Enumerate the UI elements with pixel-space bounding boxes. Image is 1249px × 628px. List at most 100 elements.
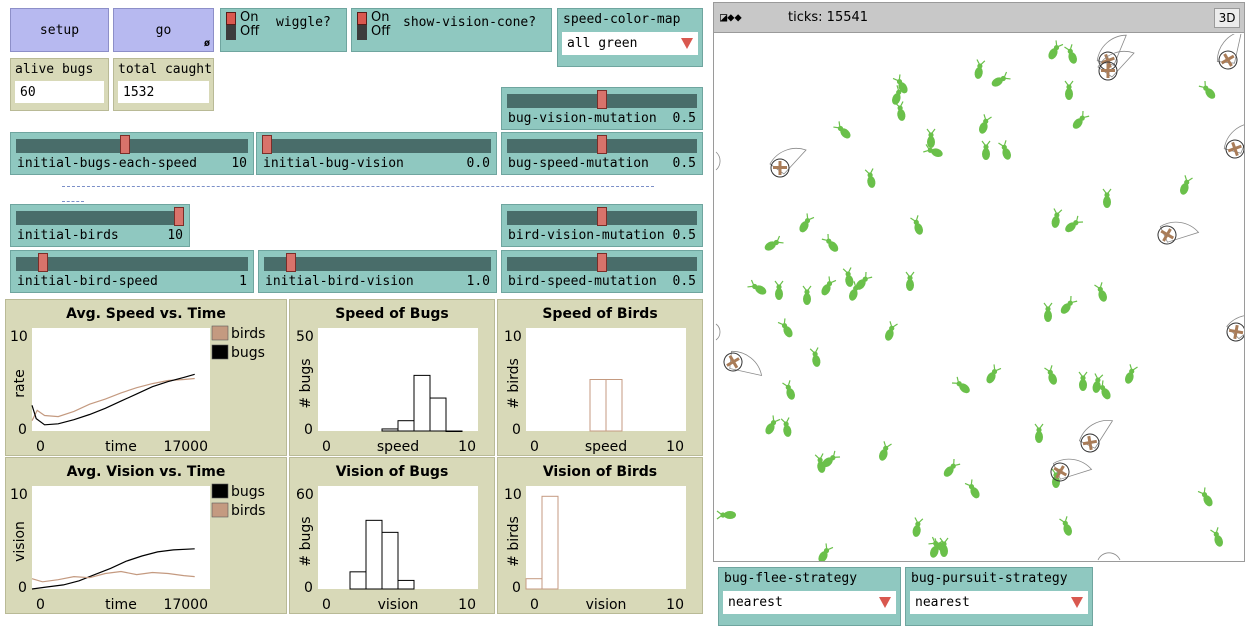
vision-cone-edge — [715, 323, 721, 341]
bird-vision-mutation-slider[interactable]: bird-vision-mutation 0.5 — [501, 204, 703, 247]
x-axis-label: vision — [586, 597, 627, 613]
slider-handle[interactable] — [597, 253, 607, 272]
bug-agent — [979, 114, 992, 134]
setup-button[interactable]: setup — [10, 8, 109, 52]
slider-handle[interactable] — [120, 135, 131, 154]
show-vision-cone-switch[interactable]: On Off show-vision-cone? — [351, 8, 552, 52]
total-caught-monitor: total caught 1532 — [113, 58, 214, 111]
bug-antenna — [983, 114, 987, 120]
initial-bird-speed-slider[interactable]: initial-bird-speed 1 — [10, 250, 254, 293]
x-axis-label: speed — [585, 439, 627, 455]
bug-antenna — [951, 382, 958, 384]
speed-color-map-label: speed-color-map — [563, 12, 681, 27]
bug-body — [982, 148, 990, 160]
bug-agent — [1078, 371, 1088, 391]
slider-handle[interactable] — [174, 207, 184, 226]
bug-antenna — [774, 280, 779, 286]
y-tick-label: 0 — [18, 422, 27, 438]
slider-label: initial-bird-speed — [17, 274, 158, 289]
bug-agent — [879, 441, 892, 461]
go-button[interactable]: go ø — [113, 8, 214, 52]
speed-color-map-chooser[interactable]: speed-color-map all green — [557, 8, 703, 67]
bug-antenna — [1203, 487, 1206, 493]
bug-head — [804, 289, 810, 295]
bug-antenna — [1053, 208, 1057, 214]
view-controls-icon[interactable]: ◪◆◆ — [720, 10, 742, 24]
plot-title: Speed of Birds — [542, 306, 657, 322]
bug-pursuit-strategy-select[interactable]: nearest — [910, 591, 1088, 614]
bug-antenna — [1048, 302, 1053, 308]
bug-antenna — [1078, 371, 1083, 377]
vision-cone-edge — [715, 151, 721, 171]
slider-handle[interactable] — [262, 135, 272, 154]
y-axis-label: # birds — [506, 358, 522, 409]
3d-button[interactable]: 3D — [1214, 8, 1240, 28]
bug-antenna — [1102, 188, 1107, 194]
bug-antenna — [910, 271, 915, 277]
slider-handle[interactable] — [38, 253, 49, 272]
plot-area — [32, 486, 210, 589]
bug-agent — [777, 318, 793, 338]
bug-agent — [926, 128, 936, 148]
x-tick-label: 10 — [458, 597, 476, 613]
bug-antenna — [914, 517, 918, 523]
bug-flee-strategy-select[interactable]: nearest — [723, 591, 896, 614]
bug-antenna — [821, 238, 827, 241]
bug-antenna — [1055, 40, 1058, 46]
initial-bird-vision-slider[interactable]: initial-bird-vision 1.0 — [258, 250, 497, 293]
slider-handle[interactable] — [285, 253, 296, 272]
slider-label: bird-speed-mutation — [508, 274, 657, 289]
dropdown-arrow-icon — [681, 38, 693, 49]
bug-antenna — [838, 121, 841, 127]
speed-color-map-select[interactable]: all green — [562, 32, 698, 55]
bug-agent — [1048, 40, 1064, 60]
bug-antenna — [865, 271, 867, 278]
bug-antenna — [828, 276, 831, 282]
slider-track[interactable] — [16, 139, 248, 153]
3d-button-label: 3D — [1218, 11, 1236, 25]
wiggle-switch[interactable]: On Off wiggle? — [220, 8, 347, 52]
initial-bug-vision-slider[interactable]: initial-bug-vision 0.0 — [256, 132, 497, 175]
plot-title: Avg. Speed vs. Time — [66, 306, 226, 322]
bug-antenna — [898, 74, 901, 80]
bug-agent — [951, 376, 970, 394]
slider-handle[interactable] — [597, 90, 607, 109]
slider-track[interactable] — [16, 257, 248, 271]
bird-speed-mutation-slider[interactable]: bird-speed-mutation 0.5 — [501, 250, 703, 293]
initial-bugs-each-speed-slider[interactable]: initial-bugs-each-speed 10 — [10, 132, 254, 175]
switch-knob[interactable] — [226, 12, 236, 25]
divider-line — [62, 201, 84, 202]
bug-antenna — [833, 126, 839, 129]
bug-agent — [923, 144, 943, 157]
bug-flee-strategy-chooser[interactable]: bug-flee-strategy nearest — [718, 567, 901, 626]
alive-bugs-monitor: alive bugs 60 — [10, 58, 109, 111]
bird-agent — [769, 148, 807, 178]
x-tick-label: 0 — [322, 439, 331, 455]
bug-pursuit-strategy-chooser[interactable]: bug-pursuit-strategy nearest — [905, 567, 1093, 626]
bug-agent — [991, 71, 1011, 87]
y-tick-label: 10 — [504, 487, 522, 503]
bug-agent — [1072, 110, 1090, 129]
ticks-counter: ticks: 15541 — [788, 10, 869, 25]
bug-pursuit-strategy-value: nearest — [915, 595, 970, 610]
bug-head — [776, 284, 782, 290]
world-view[interactable]: ◪◆◆ ticks: 15541 3D — [713, 2, 1245, 562]
slider-track[interactable] — [262, 139, 491, 153]
bug-antenna — [970, 479, 973, 485]
bug-speed-mutation-slider[interactable]: bug-speed-mutation 0.5 — [501, 132, 703, 175]
initial-birds-slider[interactable]: initial-birds 10 — [10, 204, 190, 247]
switch-knob[interactable] — [357, 12, 367, 25]
x-tick-label: 0 — [530, 597, 539, 613]
bug-head — [720, 512, 726, 518]
y-tick-label: 0 — [304, 422, 313, 438]
slider-track[interactable] — [264, 257, 491, 271]
slider-handle[interactable] — [597, 135, 607, 154]
x-tick-label: 10 — [458, 439, 476, 455]
bug-vision-mutation-slider[interactable]: bug-vision-mutation 0.5 — [501, 87, 703, 130]
slider-track[interactable] — [16, 211, 184, 225]
world-canvas[interactable] — [714, 34, 1244, 561]
plot-svg: Vision of Bugs 60 0 # bugs 0 10 vision — [296, 464, 478, 613]
bug-antenna — [1083, 371, 1088, 377]
slider-handle[interactable] — [597, 207, 607, 226]
bug-agent — [802, 285, 812, 305]
